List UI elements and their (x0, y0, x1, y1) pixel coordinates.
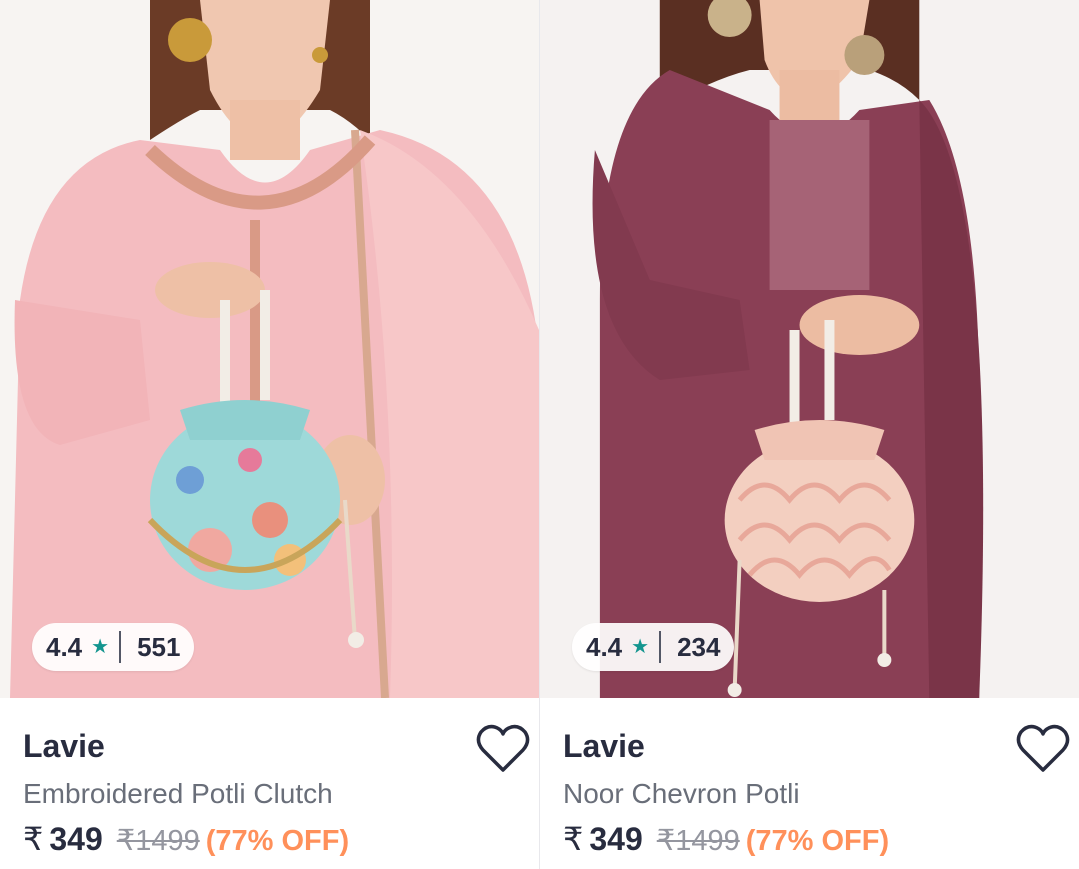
review-count: 234 (677, 631, 721, 662)
product-card[interactable]: 4.4 ★ 234 Lavie Noor Chevron Potli ₹349 … (539, 0, 1079, 869)
wishlist-button[interactable] (1013, 720, 1073, 780)
price-value: 349 (49, 821, 103, 857)
original-price: ₹1499 (656, 825, 740, 857)
rating-badge: 4.4 ★ 551 (32, 623, 195, 671)
selling-price: ₹349 (563, 820, 643, 858)
product-brand: Lavie (23, 728, 105, 764)
product-brand: Lavie (563, 728, 645, 764)
price-value: 349 (589, 821, 643, 857)
product-image[interactable] (0, 0, 539, 698)
rating-divider (659, 631, 662, 663)
currency-symbol: ₹ (563, 821, 584, 857)
product-card[interactable]: 4.4 ★ 551 Lavie Embroidered Potli Clutch… (0, 0, 539, 869)
price-row: ₹349 ₹1499 (77% OFF) (563, 820, 889, 858)
product-name: Noor Chevron Potli (563, 778, 800, 809)
discount-label: (77% OFF) (745, 825, 890, 857)
discount-label: (77% OFF) (205, 825, 350, 857)
product-info: Lavie Embroidered Potli Clutch ₹349 ₹149… (0, 698, 539, 869)
product-name: Embroidered Potli Clutch (23, 778, 333, 809)
rating-score: 4.4 (586, 631, 623, 662)
price-row: ₹349 ₹1499 (77% OFF) (23, 820, 349, 858)
currency-symbol: ₹ (23, 821, 44, 857)
original-price: ₹1499 (116, 825, 200, 857)
product-grid: 4.4 ★ 551 Lavie Embroidered Potli Clutch… (0, 0, 1079, 869)
star-icon: ★ (91, 636, 110, 658)
star-icon: ★ (631, 636, 650, 658)
product-info: Lavie Noor Chevron Potli ₹349 ₹1499 (77%… (540, 698, 1079, 869)
product-image[interactable] (540, 0, 1079, 698)
rating-divider (119, 631, 122, 663)
rating-badge: 4.4 ★ 234 (572, 623, 735, 671)
heart-icon (1016, 724, 1070, 772)
selling-price: ₹349 (23, 820, 103, 858)
wishlist-button[interactable] (473, 720, 533, 780)
heart-icon (476, 724, 530, 772)
rating-score: 4.4 (46, 631, 83, 662)
review-count: 551 (137, 631, 181, 662)
